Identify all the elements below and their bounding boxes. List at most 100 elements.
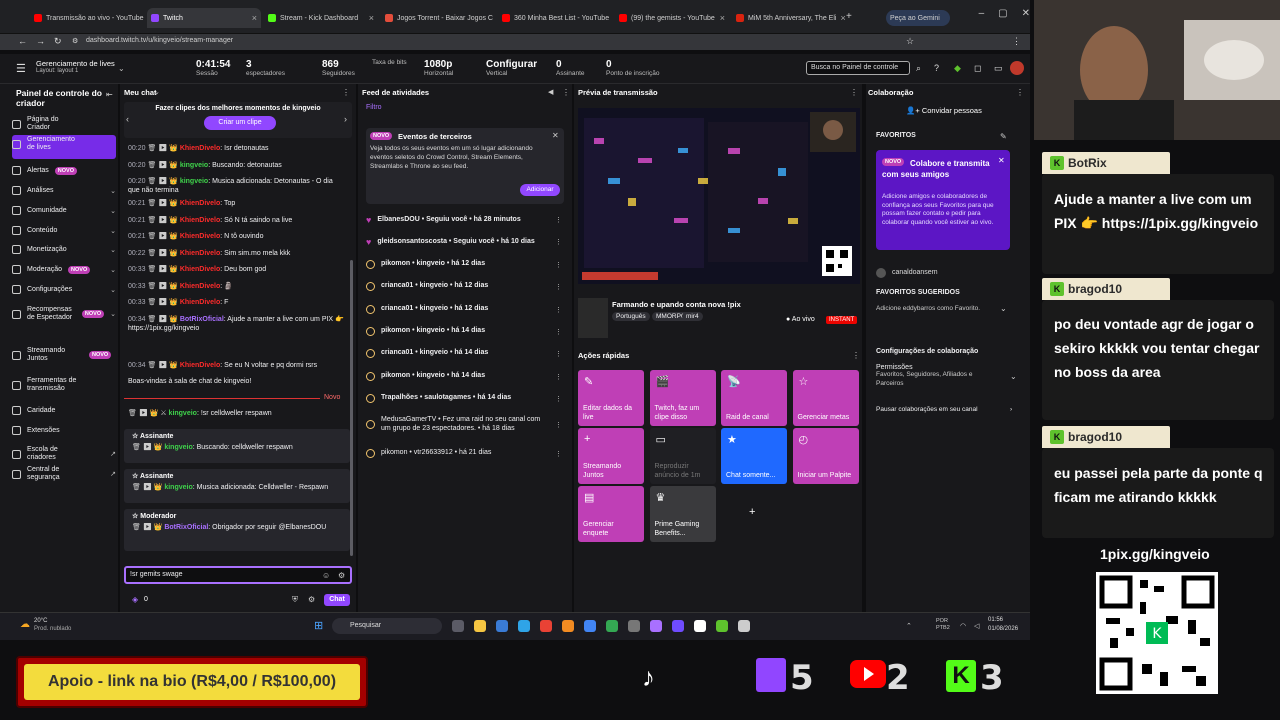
sidenav-item[interactable]: Conteúdo ⌄ <box>12 226 116 235</box>
more-options-icon[interactable]: ⋮ <box>555 328 562 336</box>
chat-username[interactable]: KhienDivelo <box>180 200 220 207</box>
feed-filter-link[interactable]: Filtro <box>366 104 382 111</box>
chat-username[interactable]: kingveio <box>180 162 208 169</box>
create-clip-button[interactable]: Criar um clipe <box>204 116 276 130</box>
quick-action-button[interactable]: 🎬 Twitch, faz um clipe disso <box>649 370 716 426</box>
sidenav-item[interactable]: Extensões <box>12 426 116 435</box>
help-icon[interactable]: ? <box>934 63 939 73</box>
chevron-down-icon[interactable]: ⌄ <box>1000 304 1007 313</box>
back-icon[interactable]: ← <box>18 36 27 46</box>
chat-send-button[interactable]: Chat <box>324 594 350 606</box>
explorer-app-icon[interactable] <box>474 620 486 632</box>
feed-item[interactable]: crianca01 • kingveio • há 12 dias ⋮ <box>366 282 562 291</box>
more-options-icon[interactable]: ⋮ <box>555 450 562 458</box>
notifications-icon[interactable]: ◻ <box>974 63 981 74</box>
language-indicator[interactable]: POR PTB2 <box>936 618 950 632</box>
stat-item[interactable]: 0 Assinante <box>556 59 585 77</box>
favorite-channel[interactable]: canaldoansem <box>892 269 938 276</box>
chat-username[interactable]: KhienDivelo <box>180 217 220 224</box>
app-app-icon[interactable] <box>606 620 618 632</box>
quick-action-button[interactable]: ▤ Gerenciar enquete <box>578 486 644 542</box>
feed-item[interactable]: crianca01 • kingveio • há 14 dias ⋮ <box>366 349 562 358</box>
clock-date[interactable]: 01/08/2026 <box>988 626 1018 632</box>
feed-item[interactable]: pikomon • kingveio • há 12 dias ⋮ <box>366 260 562 269</box>
app-app-icon[interactable] <box>672 620 684 632</box>
channel-points-icon[interactable]: ◈ <box>132 595 138 604</box>
feed-item[interactable]: crianca01 • kingveio • há 12 dias ⋮ <box>366 305 562 314</box>
browser-tab[interactable]: (99) the gemists - YouTube × <box>615 8 729 28</box>
search-icon[interactable]: ⌕ <box>916 63 921 74</box>
feed-item[interactable]: pikomon • vtr26633912 • há 21 dias ⋮ <box>366 449 562 458</box>
edit-favorites-icon[interactable]: ✎ <box>1000 132 1007 141</box>
browser-menu-icon[interactable]: ⋮ <box>1012 36 1021 47</box>
wifi-icon[interactable]: ◠ <box>960 622 966 630</box>
stat-item[interactable]: 0 Ponto de inscrição <box>606 59 659 77</box>
chat-username[interactable]: BotRixOficial <box>180 316 224 323</box>
quick-action-button[interactable]: 📡 Raid de canal <box>721 370 787 426</box>
stat-item[interactable]: Taxa de bits <box>372 59 407 66</box>
quick-action-button[interactable]: + Streamando Juntos <box>578 428 644 484</box>
stat-item[interactable]: 0:41:54 Sessão <box>196 59 230 77</box>
chevron-up-icon[interactable]: ⌃ <box>906 622 912 630</box>
sidenav-item[interactable]: Análises ⌄ <box>12 186 116 195</box>
add-events-button[interactable]: Adicionar <box>520 184 560 196</box>
browser-tab[interactable]: Transmissão ao vivo - YouTube× <box>30 8 144 28</box>
quick-action-button[interactable]: ★ Chat somente... <box>721 428 787 484</box>
chat-username[interactable]: KhienDivelo <box>180 233 220 240</box>
collab-menu-icon[interactable]: ⋮ <box>1016 88 1024 97</box>
minimize-icon[interactable]: – <box>979 8 985 19</box>
menu-icon[interactable]: ☰ <box>16 62 26 75</box>
chat-username[interactable]: KhienDivelo <box>180 145 220 152</box>
volume-icon[interactable]: ◁ <box>974 622 979 630</box>
stream-tag[interactable]: Português <box>612 312 650 321</box>
shield-icon[interactable]: ⛨ <box>292 595 298 605</box>
tab-close-icon[interactable]: × <box>840 13 845 23</box>
feed-item[interactable]: pikomon • kingveio • há 14 dias ⋮ <box>366 327 562 336</box>
store-app-icon[interactable] <box>496 620 508 632</box>
folder-app-icon[interactable] <box>452 620 464 632</box>
emote-picker-icon[interactable]: ☺ <box>322 571 330 580</box>
chevron-down-icon[interactable]: ⌄ <box>118 64 125 73</box>
sidenav-item[interactable]: Gerenciamento de lives <box>12 136 116 152</box>
bookmark-star-icon[interactable]: ☆ <box>906 36 914 47</box>
pinned-message[interactable]: ☆ Assinante 🗑 ▶ 👑 kingveio: Buscando: cel… <box>124 429 350 463</box>
chrome-app-icon[interactable] <box>540 620 552 632</box>
close-icon[interactable]: ✕ <box>998 156 1005 165</box>
feed-item[interactable]: pikomon • kingveio • há 14 dias ⋮ <box>366 372 562 381</box>
forward-icon[interactable]: → <box>36 36 45 46</box>
chat-menu-icon[interactable]: ⋮ <box>342 88 350 97</box>
more-options-icon[interactable]: ⋮ <box>555 283 562 291</box>
collapse-sidenav-icon[interactable]: ⇤ <box>106 90 113 99</box>
chat-username[interactable]: KhienDivelo <box>180 362 220 369</box>
quick-actions-menu-icon[interactable]: ⋮ <box>852 351 860 360</box>
avatar[interactable] <box>1010 61 1024 75</box>
gear-icon[interactable]: ⚙ <box>308 595 315 604</box>
tab-close-icon[interactable]: × <box>369 13 374 23</box>
more-options-icon[interactable]: ⋮ <box>555 421 562 429</box>
chat-username[interactable]: BotRixOficial <box>164 524 208 531</box>
chat-scrollbar[interactable] <box>350 260 353 556</box>
app-app-icon[interactable] <box>738 620 750 632</box>
taskbar-search[interactable]: Pesquisar <box>332 618 442 634</box>
tab-close-icon[interactable]: × <box>720 13 725 23</box>
url-field[interactable]: dashboard.twitch.tv/u/kingveio/stream-ma… <box>86 37 233 44</box>
sidenav-item[interactable]: Página do Criador <box>12 116 116 132</box>
feed-item[interactable]: MedusaGamerTV • Fez uma raid no seu cana… <box>366 416 562 433</box>
chevron-right-icon[interactable]: › <box>344 114 347 124</box>
browser-tab[interactable]: Jogos Torrent - Baixar Jogos C× <box>381 8 495 28</box>
quick-action-button[interactable]: ✎ Editar dados da live <box>578 370 644 426</box>
more-options-icon[interactable]: ⋮ <box>555 373 562 381</box>
inbox-icon[interactable]: ▭ <box>994 63 1003 74</box>
close-icon[interactable]: ✕ <box>1022 8 1030 19</box>
feed-menu-icon[interactable]: ⋮ <box>562 88 570 97</box>
sidenav-item[interactable]: Alertas NOVO <box>12 166 116 175</box>
reload-icon[interactable]: ↻ <box>54 36 62 47</box>
gemini-tab[interactable]: Peça ao Gemini <box>886 10 950 26</box>
more-options-icon[interactable]: ⋮ <box>555 238 562 246</box>
chat-username[interactable]: kingveio <box>164 484 192 491</box>
chat-username[interactable]: kingveio <box>169 410 197 417</box>
sidenav-item[interactable]: Configurações ⌄ <box>12 285 116 294</box>
sidenav-item[interactable]: Streamando Juntos NOVO <box>12 347 116 363</box>
browser-app-icon[interactable] <box>562 620 574 632</box>
chat-input[interactable]: !sr gemits swage <box>124 566 352 584</box>
